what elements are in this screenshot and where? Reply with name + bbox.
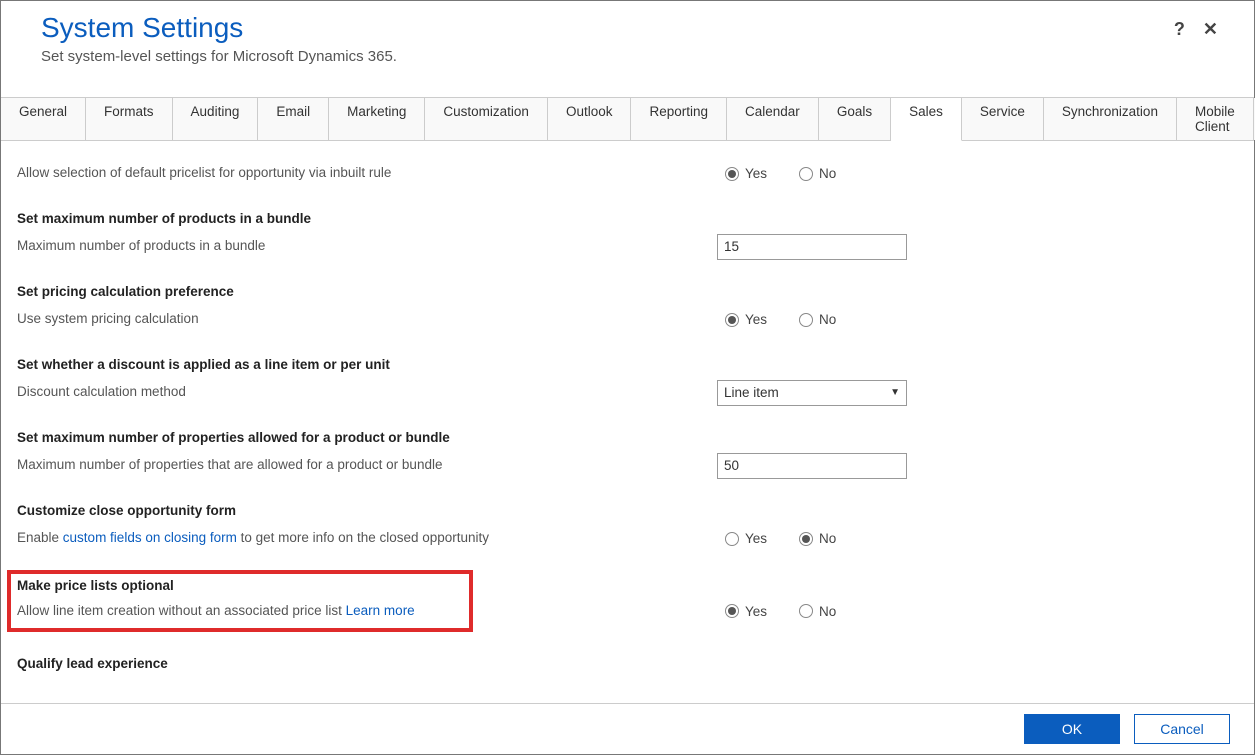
tab-bar: GeneralFormatsAuditingEmailMarketingCust… xyxy=(1,97,1254,141)
radio-icon[interactable] xyxy=(725,313,739,327)
label-discount: Discount calculation method xyxy=(17,382,717,403)
radio-icon[interactable] xyxy=(799,532,813,546)
tab-synchronization[interactable]: Synchronization xyxy=(1044,98,1177,140)
radio-close-opp[interactable]: Yes No xyxy=(717,531,836,546)
radio-icon[interactable] xyxy=(725,532,739,546)
radio-icon[interactable] xyxy=(799,604,813,618)
tab-calendar[interactable]: Calendar xyxy=(727,98,819,140)
section-title-max-bundle: Set maximum number of products in a bund… xyxy=(17,211,1238,226)
section-title-qualify-lead: Qualify lead experience xyxy=(17,656,1238,671)
radio-pricing-pref[interactable]: Yes No xyxy=(717,312,836,327)
dialog-footer: OK Cancel xyxy=(1,703,1254,754)
input-max-props[interactable] xyxy=(717,453,907,479)
close-icon[interactable]: ✕ xyxy=(1203,19,1218,40)
tab-sales[interactable]: Sales xyxy=(891,98,962,141)
help-icon[interactable]: ? xyxy=(1174,19,1185,40)
radio-price-lists-optional[interactable]: Yes No xyxy=(717,604,836,619)
tab-reporting[interactable]: Reporting xyxy=(631,98,727,140)
highlight-price-lists-optional: Make price lists optional Allow line ite… xyxy=(7,570,473,632)
chevron-down-icon: ▼ xyxy=(890,387,900,398)
section-title-max-props: Set maximum number of properties allowed… xyxy=(17,430,1238,445)
radio-icon[interactable] xyxy=(725,167,739,181)
section-title-close-opp: Customize close opportunity form xyxy=(17,503,1238,518)
header: System Settings Set system-level setting… xyxy=(1,1,1254,97)
input-max-bundle[interactable] xyxy=(717,234,907,260)
radio-icon[interactable] xyxy=(799,167,813,181)
tab-formats[interactable]: Formats xyxy=(86,98,173,140)
tab-mobile-client[interactable]: Mobile Client xyxy=(1177,98,1254,140)
section-title-discount: Set whether a discount is applied as a l… xyxy=(17,357,1238,372)
select-discount-method[interactable]: Line item ▼ xyxy=(717,380,907,406)
tab-general[interactable]: General xyxy=(1,98,86,140)
page-subtitle: Set system-level settings for Microsoft … xyxy=(41,48,1174,65)
section-title-default-pricelist: Set whether the default pricelist for an… xyxy=(17,141,1238,153)
label-max-bundle: Maximum number of products in a bundle xyxy=(17,236,717,257)
tab-auditing[interactable]: Auditing xyxy=(173,98,259,140)
label-price-lists-optional: Allow line item creation without an asso… xyxy=(17,601,463,622)
system-settings-dialog: System Settings Set system-level setting… xyxy=(0,0,1255,755)
settings-scroll-area[interactable]: Set whether the default pricelist for an… xyxy=(1,141,1254,703)
label-close-opp: Enable custom fields on closing form to … xyxy=(17,528,717,549)
tab-outlook[interactable]: Outlook xyxy=(548,98,632,140)
tab-goals[interactable]: Goals xyxy=(819,98,891,140)
tab-email[interactable]: Email xyxy=(258,98,329,140)
label-max-props: Maximum number of properties that are al… xyxy=(17,455,717,476)
radio-icon[interactable] xyxy=(799,313,813,327)
radio-icon[interactable] xyxy=(725,604,739,618)
page-title: System Settings xyxy=(41,13,1174,44)
link-learn-more[interactable]: Learn more xyxy=(346,603,415,618)
label-pricing-pref: Use system pricing calculation xyxy=(17,309,717,330)
tab-service[interactable]: Service xyxy=(962,98,1044,140)
tab-customization[interactable]: Customization xyxy=(425,98,548,140)
radio-default-pricelist[interactable]: Yes No xyxy=(717,166,836,181)
label-default-pricelist: Allow selection of default pricelist for… xyxy=(17,163,717,184)
link-custom-fields[interactable]: custom fields on closing form xyxy=(63,530,237,545)
section-title-price-lists-optional: Make price lists optional xyxy=(17,578,463,593)
ok-button[interactable]: OK xyxy=(1024,714,1120,744)
cancel-button[interactable]: Cancel xyxy=(1134,714,1230,744)
section-title-pricing-pref: Set pricing calculation preference xyxy=(17,284,1238,299)
tab-marketing[interactable]: Marketing xyxy=(329,98,425,140)
